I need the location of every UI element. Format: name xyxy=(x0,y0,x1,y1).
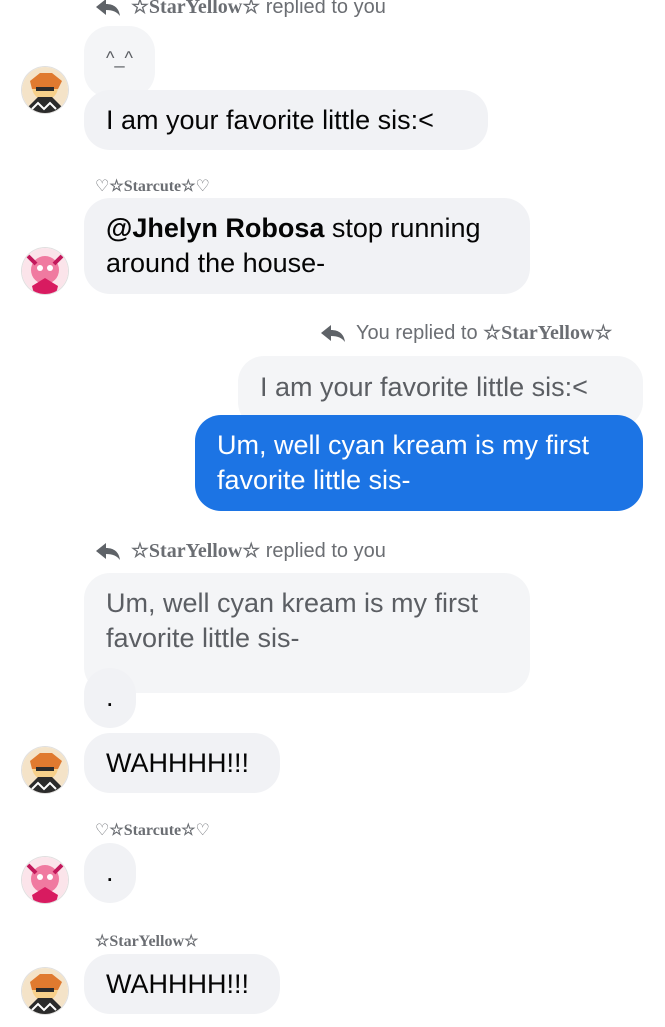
avatar-staryellow[interactable] xyxy=(22,67,68,113)
my-message-bubble[interactable]: Um, well cyan kream is my first favorite… xyxy=(195,415,643,511)
mention-link[interactable]: @Jhelyn Robosa xyxy=(106,213,324,243)
avatar-image xyxy=(22,747,68,793)
avatar-starcute[interactable] xyxy=(22,857,68,903)
message-text: I am your favorite little sis:< xyxy=(106,105,434,135)
reply-sender-name: ☆StarYellow☆ xyxy=(131,540,261,562)
reply-suffix: replied to you xyxy=(265,0,386,18)
message-bubble[interactable]: WAHHHH!!! xyxy=(84,733,280,793)
message-bubble[interactable]: . xyxy=(84,668,136,728)
avatar-image xyxy=(22,67,68,113)
reply-arrow-icon xyxy=(96,0,120,16)
avatar-image xyxy=(22,248,68,294)
reply-header: You replied to ☆StarYellow☆ xyxy=(320,320,612,345)
reply-target-name: ☆StarYellow☆ xyxy=(483,322,613,344)
message-text: Um, well cyan kream is my first favorite… xyxy=(217,430,590,495)
quoted-text: Um, well cyan kream is my first favorite… xyxy=(106,588,479,653)
reply-prefix: You replied to xyxy=(356,322,478,344)
sender-name: ♡☆Starcute☆♡ xyxy=(95,822,210,839)
reply-header: ☆StarYellow☆ replied to you xyxy=(95,538,386,563)
sender-name: ♡☆Starcute☆♡ xyxy=(95,178,210,195)
reply-header: ☆StarYellow☆ replied to you xyxy=(95,0,386,19)
avatar-staryellow[interactable] xyxy=(22,968,68,1014)
avatar-starcute[interactable] xyxy=(22,248,68,294)
message-bubble[interactable]: I am your favorite little sis:< xyxy=(84,90,488,150)
message-text: . xyxy=(106,857,114,887)
sender-name: ☆StarYellow☆ xyxy=(95,933,199,950)
reply-suffix: replied to you xyxy=(265,540,386,562)
message-bubble[interactable]: @Jhelyn Robosa stop running around the h… xyxy=(84,198,530,294)
message-bubble[interactable]: . xyxy=(84,843,136,903)
reply-arrow-icon xyxy=(321,324,345,342)
avatar-image xyxy=(22,968,68,1014)
quoted-message[interactable]: Um, well cyan kream is my first favorite… xyxy=(84,573,530,693)
quoted-message[interactable]: ^_^ xyxy=(84,26,155,98)
message-text: WAHHHH!!! xyxy=(106,969,249,999)
reply-arrow-icon xyxy=(96,542,120,560)
avatar-staryellow[interactable] xyxy=(22,747,68,793)
quoted-text: I am your favorite little sis:< xyxy=(260,372,588,402)
message-bubble[interactable]: WAHHHH!!! xyxy=(84,954,280,1014)
message-text: . xyxy=(106,682,114,712)
reply-sender-name: ☆StarYellow☆ xyxy=(131,0,261,18)
avatar-image xyxy=(22,857,68,903)
message-text: WAHHHH!!! xyxy=(106,748,249,778)
